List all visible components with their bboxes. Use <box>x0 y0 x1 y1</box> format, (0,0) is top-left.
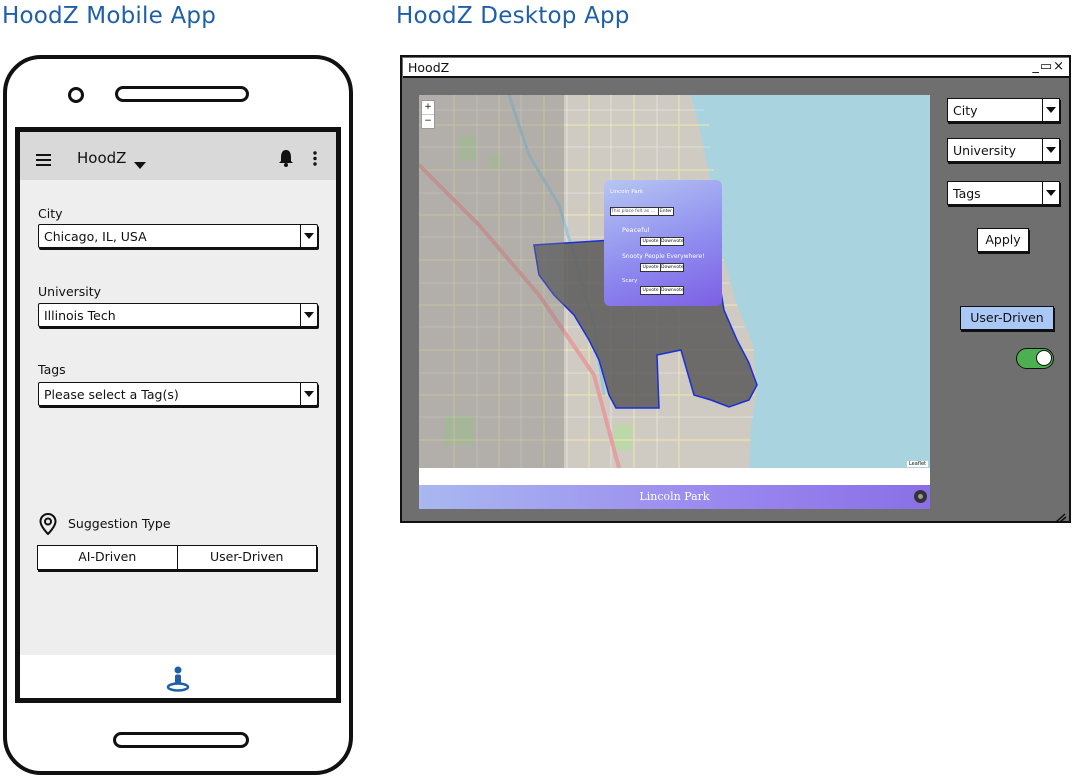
suggestion-type-toggle[interactable]: AI-Driven User-Driven <box>37 545 317 570</box>
menu-icon[interactable] <box>36 151 51 166</box>
banner-title: Lincoln Park <box>639 490 710 503</box>
app-title[interactable]: HoodZ <box>77 149 126 167</box>
location-pin-icon <box>39 512 57 539</box>
ai-driven-option[interactable]: AI-Driven <box>38 546 177 569</box>
chevron-down-icon[interactable] <box>300 383 317 405</box>
chevron-down-icon[interactable] <box>1042 99 1059 121</box>
window-controls[interactable]: _▭× <box>1032 59 1065 74</box>
desktop-city-select-value: City <box>953 103 978 118</box>
downvote-button-3[interactable]: Downvote <box>660 286 684 295</box>
home-button[interactable] <box>113 732 249 748</box>
more-vert-icon[interactable] <box>313 151 317 170</box>
tags-select-value: Please select a Tag(s) <box>44 387 179 402</box>
popup-title: Lincoln Park <box>610 189 644 195</box>
upvote-button-1[interactable]: Upvote <box>640 237 661 246</box>
desktop-app-heading: HoodZ Desktop App <box>396 3 630 29</box>
resize-grip-icon[interactable] <box>1055 508 1067 527</box>
apply-button[interactable]: Apply <box>977 228 1029 252</box>
tags-select[interactable]: Please select a Tag(s) <box>38 382 318 406</box>
upvote-button-2[interactable]: Upvote <box>640 263 661 272</box>
desktop-university-select[interactable]: University <box>947 138 1060 162</box>
popup-comment-2: Snooty People Everywhere! <box>622 253 705 260</box>
downvote-button-1[interactable]: Downvote <box>660 237 684 246</box>
desktop-university-select-value: University <box>953 143 1017 158</box>
downvote-button-2[interactable]: Downvote <box>660 263 684 272</box>
toggle-knob <box>1036 350 1052 366</box>
chevron-down-icon[interactable] <box>300 304 317 326</box>
user-driven-option[interactable]: User-Driven <box>176 546 317 569</box>
city-select[interactable]: Chicago, IL, USA <box>38 224 318 248</box>
window-title: HoodZ <box>408 60 450 75</box>
chevron-down-icon[interactable] <box>300 225 317 247</box>
zoom-control: + − <box>421 100 435 129</box>
mobile-app-heading: HoodZ Mobile App <box>2 3 216 29</box>
person-pin-icon[interactable] <box>166 666 190 696</box>
popup-enter-button[interactable]: Enter <box>658 207 674 216</box>
neighborhood-popup: Lincoln Park This place felt as ... Ente… <box>604 180 722 306</box>
zoom-out-button[interactable]: − <box>422 115 434 128</box>
phone-speaker <box>115 86 249 102</box>
popup-comment-input[interactable]: This place felt as ... <box>610 207 660 216</box>
city-select-value: Chicago, IL, USA <box>44 229 147 244</box>
chevron-down-icon[interactable] <box>1042 139 1059 161</box>
zoom-in-button[interactable]: + <box>422 101 434 115</box>
user-driven-mode-button[interactable]: User-Driven <box>960 306 1054 330</box>
university-label: University <box>38 284 102 299</box>
city-label: City <box>38 206 63 221</box>
desktop-city-select[interactable]: City <box>947 98 1060 122</box>
university-select[interactable]: Illinois Tech <box>38 303 318 327</box>
suggestion-type-label: Suggestion Type <box>68 516 171 531</box>
desktop-tags-select[interactable]: Tags <box>947 181 1060 205</box>
front-camera <box>68 87 84 103</box>
settings-gear-icon[interactable] <box>913 489 928 504</box>
popup-comment-1: Peaceful <box>622 226 650 234</box>
chevron-down-icon[interactable] <box>1042 182 1059 204</box>
map-footer <box>419 468 930 485</box>
bell-icon[interactable] <box>278 149 294 171</box>
popup-comment-3: Scary <box>622 278 638 284</box>
tags-label: Tags <box>38 362 66 377</box>
upvote-button-3[interactable]: Upvote <box>640 286 661 295</box>
mode-toggle-switch[interactable] <box>1016 348 1054 369</box>
university-select-value: Illinois Tech <box>44 308 116 323</box>
caret-down-icon[interactable] <box>134 155 146 174</box>
phone-screen <box>15 127 341 703</box>
map-attribution[interactable]: Leaflet <box>906 461 928 467</box>
neighborhood-banner: Lincoln Park <box>419 485 930 509</box>
window-titlebar: HoodZ _▭× <box>403 58 1069 78</box>
desktop-tags-select-value: Tags <box>953 186 981 201</box>
